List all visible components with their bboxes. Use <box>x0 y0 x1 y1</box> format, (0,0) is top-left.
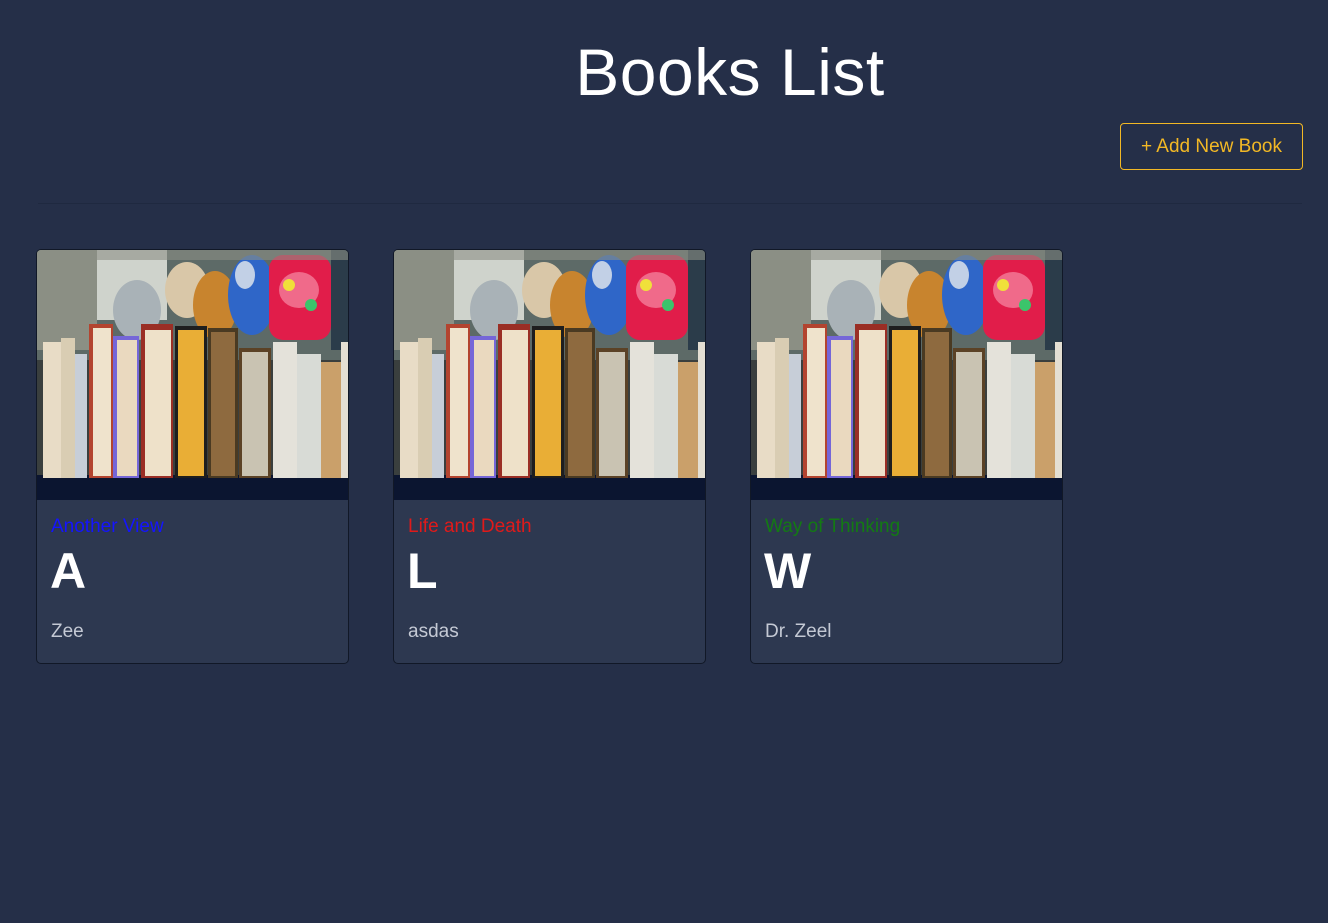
books-shelf-image <box>37 250 348 500</box>
add-new-book-button[interactable]: + Add New Book <box>1120 123 1303 170</box>
books-list-page: Books List + Add New Book Another View A… <box>0 0 1328 923</box>
page-title: Books List <box>575 35 885 109</box>
book-initial: A <box>50 543 87 599</box>
book-category: Life and Death <box>408 516 532 537</box>
book-category: Way of Thinking <box>765 516 901 537</box>
card-body: Another View A Zee <box>37 500 348 663</box>
book-initial: L <box>407 543 438 599</box>
card-body: Way of Thinking W Dr. Zeel <box>751 500 1062 663</box>
book-card[interactable]: Way of Thinking W Dr. Zeel <box>750 249 1063 664</box>
books-shelf-image <box>394 250 705 500</box>
books-shelf-image <box>751 250 1062 500</box>
book-card[interactable]: Another View A Zee <box>36 249 349 664</box>
book-author: Dr. Zeel <box>765 621 832 642</box>
book-author: Zee <box>51 621 84 642</box>
card-body: Life and Death L asdas <box>394 500 705 663</box>
book-category: Another View <box>51 516 164 537</box>
book-initial: W <box>764 543 812 599</box>
book-card[interactable]: Life and Death L asdas <box>393 249 706 664</box>
book-author: asdas <box>408 621 459 642</box>
header-divider <box>38 203 1302 204</box>
